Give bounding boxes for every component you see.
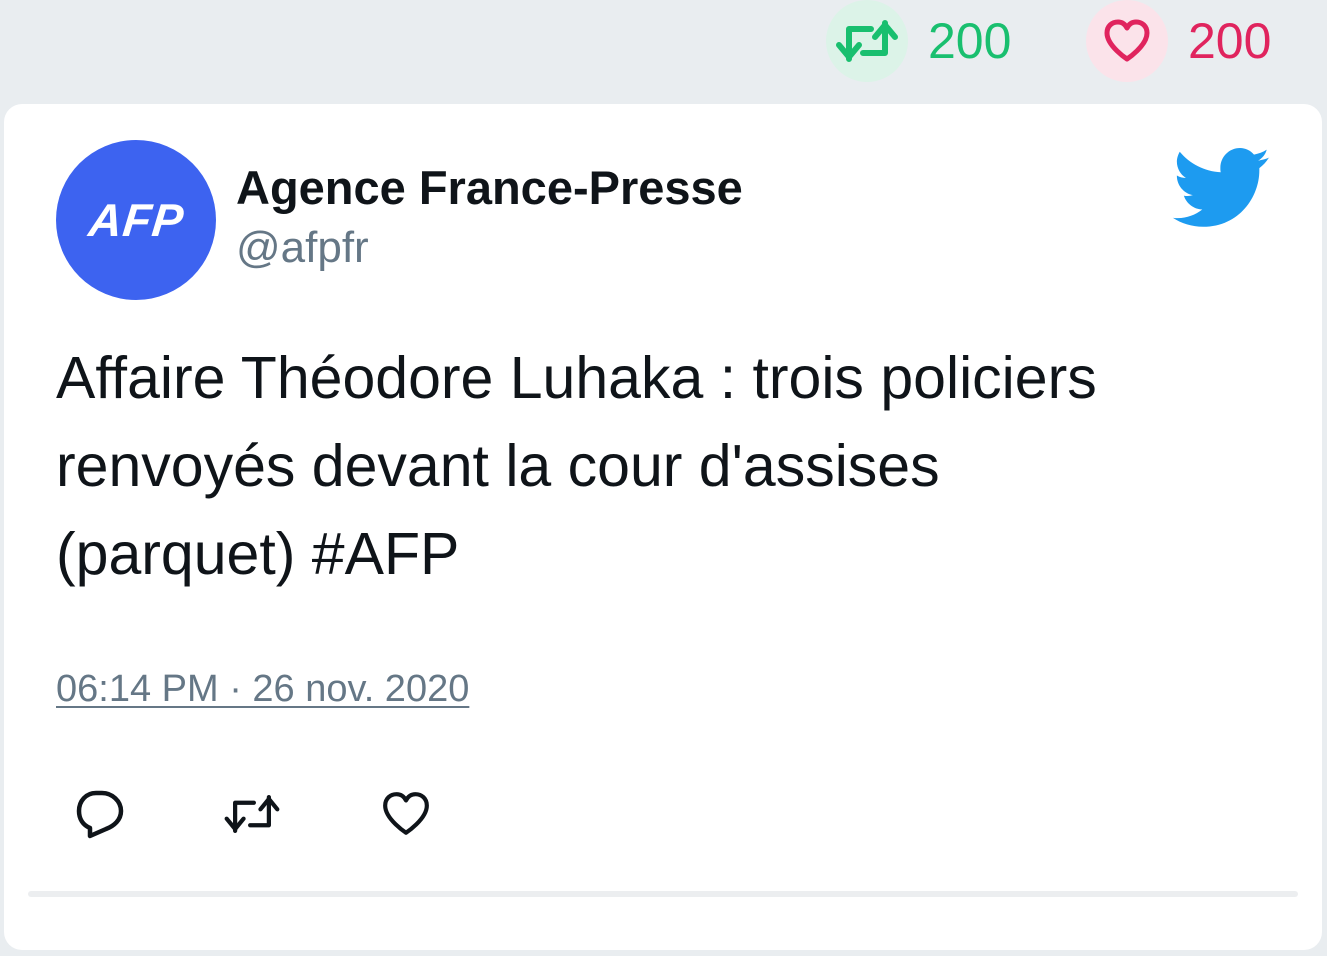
retweet-stat[interactable]: 200 [826,0,1011,82]
author-name[interactable]: Agence France-Presse [236,162,743,214]
divider [28,891,1298,897]
twitter-bird-icon[interactable] [1172,148,1272,228]
retweet-icon [836,20,898,62]
tweet-text-line: (parquet) #AFP [56,521,460,587]
tweet-text-line: renvoyés devant la cour d'assises [56,433,940,499]
author-handle[interactable]: @afpfr [236,223,369,272]
engagement-stats: 200 200 [0,0,1327,100]
tweet-timestamp-link[interactable]: 06:14 PM · 26 nov. 2020 [56,668,469,711]
like-count: 200 [1188,13,1272,69]
tweet-card: AFP Agence France-Presse @afpfr Affaire … [4,104,1322,950]
retweet-button[interactable] [222,784,282,844]
heart-icon [1104,19,1150,62]
avatar[interactable]: AFP [56,140,216,300]
heart-icon-circle[interactable] [1086,0,1168,82]
tweet-text-line: Affaire Théodore Luhaka : trois policier… [56,345,1097,411]
like-stat[interactable]: 200 [1086,0,1271,82]
retweet-count: 200 [928,13,1012,69]
reply-button[interactable] [70,784,130,844]
retweet-icon-circle[interactable] [826,0,908,82]
tweet-text: Affaire Théodore Luhaka : trois policier… [56,334,1266,598]
heart-icon [383,792,429,835]
avatar-logo-text: AFP [85,194,187,246]
retweet-icon [224,795,280,833]
reply-icon [76,790,124,839]
like-button[interactable] [376,784,436,844]
